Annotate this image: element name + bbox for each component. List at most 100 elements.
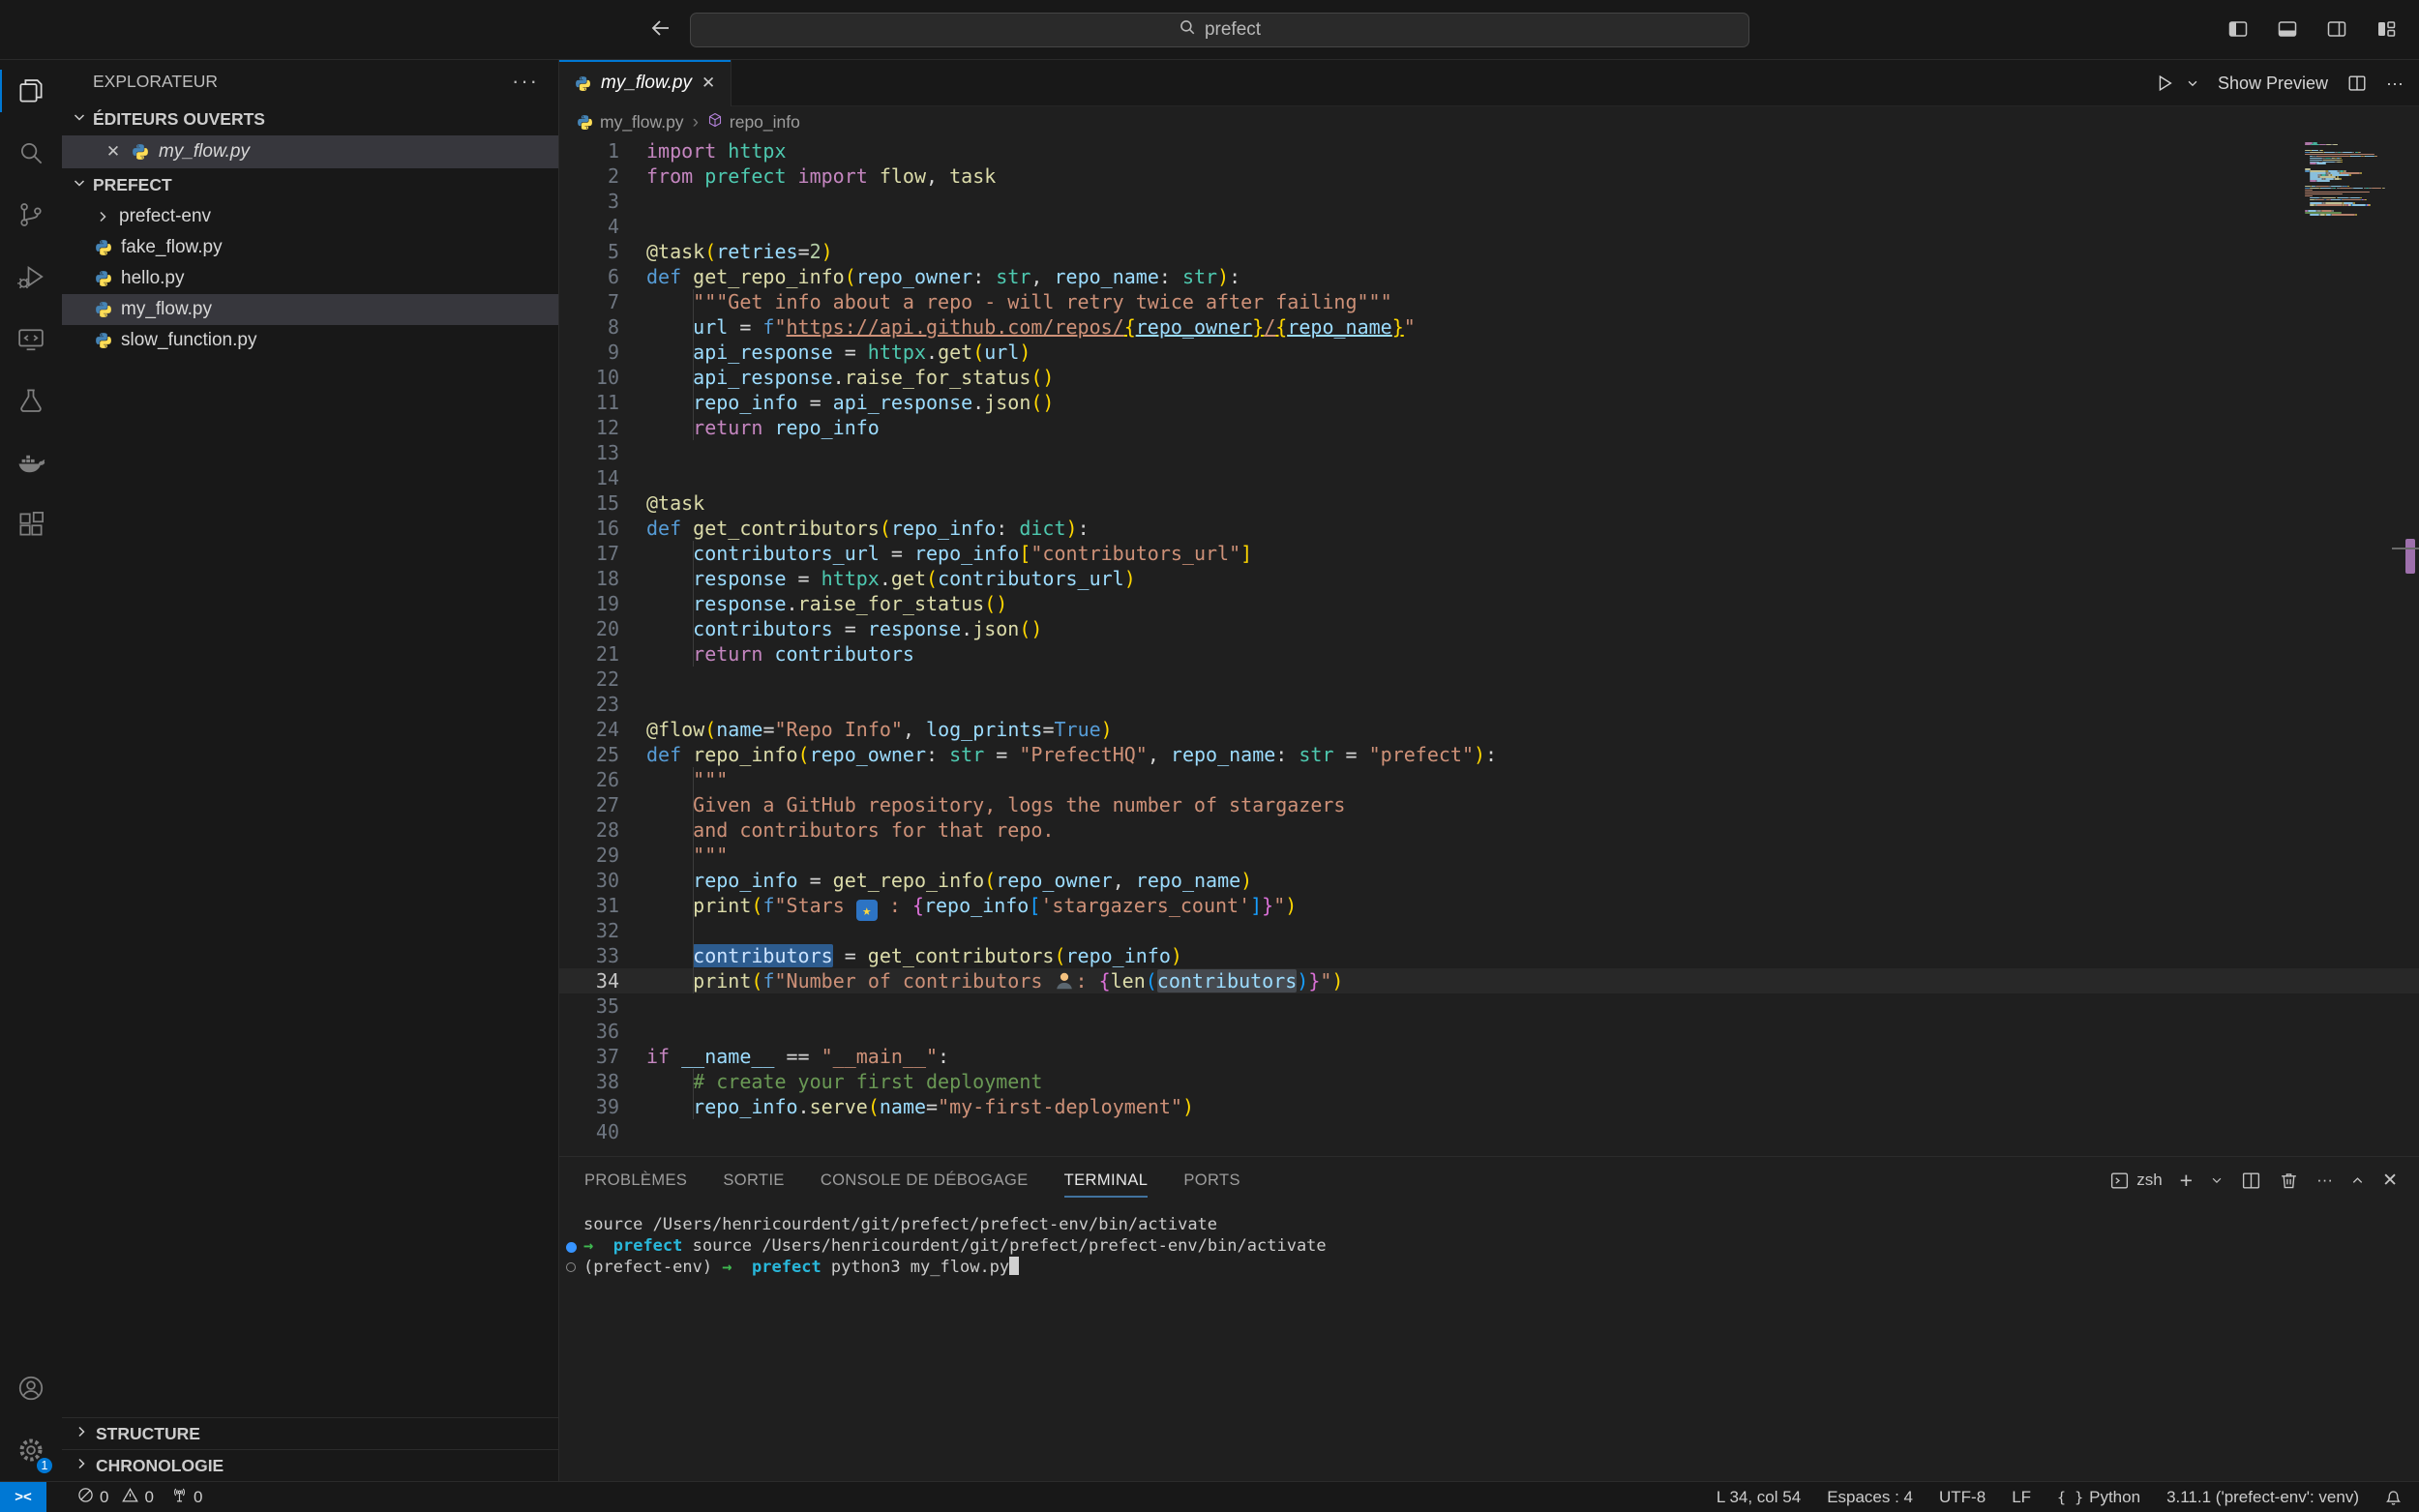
split-terminal-icon[interactable] [2241, 1171, 2261, 1191]
code-line[interactable]: 29 """ [559, 843, 2419, 868]
new-terminal-icon[interactable]: + [2180, 1168, 2193, 1194]
explorer-icon[interactable] [0, 60, 62, 122]
panel-tab-console-de-d-bogage[interactable]: CONSOLE DE DÉBOGAGE [821, 1157, 1029, 1203]
code-editor[interactable]: 1import httpx2from prefect import flow, … [559, 138, 2419, 1156]
cursor-position[interactable]: L 34, col 54 [1717, 1482, 1801, 1512]
source-control-icon[interactable] [0, 184, 62, 246]
code-line[interactable]: 14 [559, 465, 2419, 490]
run-debug-icon[interactable] [0, 246, 62, 308]
terminal-dropdown-icon[interactable] [2210, 1173, 2224, 1187]
code-line[interactable]: 1import httpx [559, 138, 2419, 163]
show-preview-button[interactable]: Show Preview [2218, 74, 2328, 94]
open-editor-item[interactable]: ✕my_flow.py [62, 135, 558, 168]
close-panel-icon[interactable]: ✕ [2382, 1170, 2398, 1192]
panel-more-icon[interactable]: ··· [2316, 1171, 2333, 1190]
breadcrumb-file[interactable]: my_flow.py [577, 112, 684, 133]
command-decoration-icon[interactable] [566, 1262, 576, 1272]
outline-section[interactable]: STRUCTURE [62, 1417, 558, 1449]
code-line[interactable]: 17 contributors_url = repo_info["contrib… [559, 541, 2419, 566]
code-line[interactable]: 30 repo_info = get_repo_info(repo_owner,… [559, 868, 2419, 893]
customize-layout-icon[interactable] [2374, 16, 2398, 44]
code-line[interactable]: 13 [559, 440, 2419, 465]
ports-status[interactable]: 0 [171, 1482, 202, 1512]
code-line[interactable]: 15@task [559, 490, 2419, 516]
maximize-panel-icon[interactable] [2350, 1173, 2365, 1188]
code-line[interactable]: 23 [559, 692, 2419, 717]
code-line[interactable]: 36 [559, 1019, 2419, 1044]
code-line[interactable]: 18 response = httpx.get(contributors_url… [559, 566, 2419, 591]
code-line[interactable]: 26 """ [559, 767, 2419, 792]
code-line[interactable]: 8 url = f"https://api.github.com/repos/{… [559, 314, 2419, 340]
more-actions-icon[interactable]: ··· [2386, 74, 2404, 94]
code-line[interactable]: 32 [559, 918, 2419, 943]
code-line[interactable]: 38 # create your first deployment [559, 1069, 2419, 1094]
code-line[interactable]: 33 contributors = get_contributors(repo_… [559, 943, 2419, 968]
breadcrumb-symbol[interactable]: repo_info [707, 112, 800, 133]
file-item-prefect-env[interactable]: prefect-env [62, 201, 558, 232]
code-line[interactable]: 31 print(f"Stars ★ : {repo_info['stargaz… [559, 893, 2419, 918]
split-editor-icon[interactable] [2346, 73, 2368, 94]
code-line[interactable]: 28 and contributors for that repo. [559, 817, 2419, 843]
sash-handle[interactable] [2392, 548, 2419, 549]
account-icon[interactable] [0, 1357, 62, 1419]
code-line[interactable]: 10 api_response.raise_for_status() [559, 365, 2419, 390]
code-line[interactable]: 12 return repo_info [559, 415, 2419, 440]
code-line[interactable]: 25def repo_info(repo_owner: str = "Prefe… [559, 742, 2419, 767]
code-line[interactable]: 20 contributors = response.json() [559, 616, 2419, 641]
toggle-secondary-sidebar-icon[interactable] [2325, 16, 2348, 44]
notifications-bell-icon[interactable] [2385, 1482, 2402, 1512]
open-editors-section[interactable]: ÉDITEURS OUVERTS [62, 103, 558, 135]
code-line[interactable]: 34 print(f"Number of contributors : {len… [559, 968, 2419, 993]
close-icon[interactable]: ✕ [702, 74, 715, 93]
encoding-setting[interactable]: UTF-8 [1939, 1482, 1986, 1512]
python-interpreter[interactable]: 3.11.1 ('prefect-env': venv) [2166, 1482, 2359, 1512]
code-line[interactable]: 27 Given a GitHub repository, logs the n… [559, 792, 2419, 817]
panel-tab-terminal[interactable]: TERMINAL [1064, 1157, 1149, 1203]
run-button[interactable] [2154, 73, 2175, 94]
file-item-fake-flow-py[interactable]: fake_flow.py [62, 232, 558, 263]
remote-indicator[interactable]: >< [0, 1482, 46, 1512]
code-line[interactable]: 40 [559, 1119, 2419, 1144]
explorer-more-icon[interactable]: ··· [512, 69, 539, 94]
file-item-my-flow-py[interactable]: my_flow.py [62, 294, 558, 325]
indentation-setting[interactable]: Espaces : 4 [1827, 1482, 1913, 1512]
panel-tab-ports[interactable]: PORTS [1183, 1157, 1240, 1203]
panel-tab-sortie[interactable]: SORTIE [723, 1157, 785, 1203]
code-line[interactable]: 3 [559, 189, 2419, 214]
remote-explorer-icon[interactable] [0, 308, 62, 370]
extensions-icon[interactable] [0, 493, 62, 555]
close-icon[interactable]: ✕ [105, 142, 122, 162]
code-line[interactable]: 19 response.raise_for_status() [559, 591, 2419, 616]
code-line[interactable]: 11 repo_info = api_response.json() [559, 390, 2419, 415]
eol-setting[interactable]: LF [2012, 1482, 2031, 1512]
code-line[interactable]: 7 """Get info about a repo - will retry … [559, 289, 2419, 314]
code-line[interactable]: 9 api_response = httpx.get(url) [559, 340, 2419, 365]
code-line[interactable]: 21 return contributors [559, 641, 2419, 667]
code-line[interactable]: 24@flow(name="Repo Info", log_prints=Tru… [559, 717, 2419, 742]
code-line[interactable]: 4 [559, 214, 2419, 239]
code-line[interactable]: 16def get_contributors(repo_info: dict): [559, 516, 2419, 541]
settings-gear-icon[interactable]: 1 [0, 1419, 62, 1481]
terminal-content[interactable]: source /Users/henricourdent/git/prefect/… [559, 1203, 2419, 1481]
tab-my-flow[interactable]: my_flow.py ✕ [559, 60, 732, 106]
code-line[interactable]: 2from prefect import flow, task [559, 163, 2419, 189]
minimap[interactable] [2305, 142, 2405, 229]
code-line[interactable]: 6def get_repo_info(repo_owner: str, repo… [559, 264, 2419, 289]
command-decoration-icon[interactable] [566, 1242, 577, 1253]
toggle-sidebar-icon[interactable] [2226, 16, 2250, 44]
timeline-section[interactable]: CHRONOLOGIE [62, 1449, 558, 1481]
toggle-panel-icon[interactable] [2276, 16, 2299, 44]
docker-icon[interactable] [0, 431, 62, 493]
kill-terminal-icon[interactable] [2279, 1171, 2299, 1191]
code-line[interactable]: 22 [559, 667, 2419, 692]
run-dropdown-icon[interactable] [2194, 76, 2199, 90]
back-arrow-icon[interactable] [646, 14, 675, 44]
search-sidebar-icon[interactable] [0, 122, 62, 184]
launch-profile-button[interactable]: zsh [2109, 1171, 2162, 1191]
project-section[interactable]: PREFECT [62, 168, 558, 201]
command-center-search[interactable]: prefect [690, 13, 1749, 47]
testing-beaker-icon[interactable] [0, 370, 62, 431]
code-line[interactable]: 35 [559, 993, 2419, 1019]
code-line[interactable]: 5@task(retries=2) [559, 239, 2419, 264]
file-item-hello-py[interactable]: hello.py [62, 263, 558, 294]
